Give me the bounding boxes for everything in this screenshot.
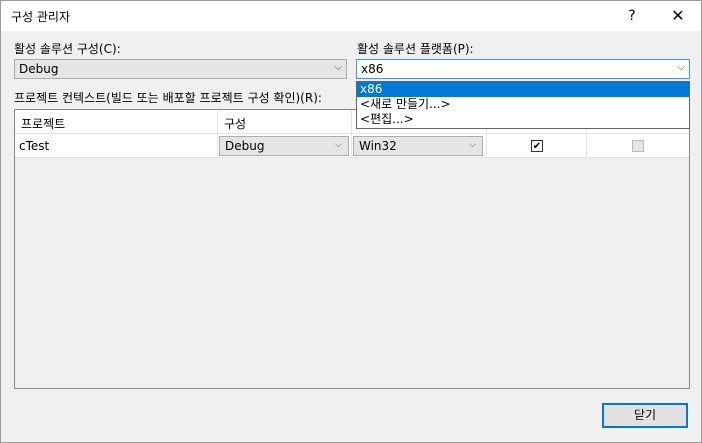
dropdown-option-x86[interactable]: x86	[357, 82, 689, 97]
checkmark-icon: ✔	[532, 141, 542, 152]
project-contexts-grid: 프로젝트 구성 cTest Debug ⌵ Win32 ⌵ ✔	[14, 109, 690, 389]
column-header-project[interactable]: 프로젝트	[15, 110, 218, 134]
active-platform-value: x86	[361, 62, 384, 76]
row-platform-select[interactable]: Win32 ⌵	[353, 136, 483, 156]
deploy-cell	[587, 134, 689, 158]
project-contexts-label: 프로젝트 컨텍스트(빌드 또는 배포할 프로젝트 구성 확인)(R):	[14, 91, 322, 105]
dialog-title: 구성 관리자	[11, 10, 71, 24]
dropdown-option-new[interactable]: <새로 만들기...>	[357, 97, 689, 112]
chevron-down-icon: ⌵	[677, 62, 685, 73]
active-config-value: Debug	[19, 62, 59, 76]
active-platform-select[interactable]: x86 ⌵	[356, 59, 690, 79]
column-header-config[interactable]: 구성	[218, 110, 352, 134]
configuration-manager-dialog: 구성 관리자 ? ✕ 활성 솔루션 구성(C): Debug ⌵ 활성 솔루션 …	[0, 0, 702, 443]
help-button[interactable]: ?	[609, 1, 655, 31]
deploy-checkbox	[632, 140, 644, 152]
active-platform-label: 활성 솔루션 플랫폼(P):	[357, 42, 474, 56]
dropdown-option-edit[interactable]: <편집...>	[357, 112, 689, 127]
platform-dropdown-list: x86 <새로 만들기...> <편집...>	[356, 81, 690, 129]
build-checkbox[interactable]: ✔	[531, 140, 543, 152]
config-cell: Debug ⌵	[218, 134, 352, 158]
active-config-select[interactable]: Debug ⌵	[14, 59, 347, 79]
project-cell: cTest	[15, 134, 218, 158]
project-name: cTest	[19, 139, 50, 153]
chevron-down-icon: ⌵	[334, 62, 342, 73]
active-config-label: 활성 솔루션 구성(C):	[14, 42, 121, 56]
platform-cell: Win32 ⌵	[352, 134, 487, 158]
row-config-select[interactable]: Debug ⌵	[219, 136, 349, 156]
build-cell: ✔	[487, 134, 587, 158]
chevron-down-icon: ⌵	[335, 140, 342, 150]
close-button[interactable]: 닫기	[602, 403, 688, 428]
table-row: cTest Debug ⌵ Win32 ⌵ ✔	[15, 134, 689, 158]
close-icon[interactable]: ✕	[655, 1, 701, 31]
title-bar: 구성 관리자 ? ✕	[1, 1, 701, 31]
chevron-down-icon: ⌵	[469, 140, 476, 150]
